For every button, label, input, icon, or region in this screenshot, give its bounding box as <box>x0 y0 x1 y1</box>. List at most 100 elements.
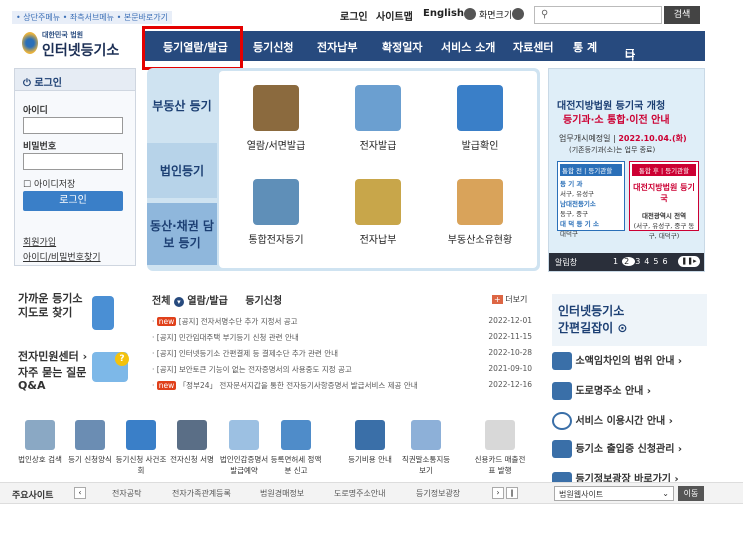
logo-small: 대한민국 법원 <box>42 31 84 39</box>
nav-item-service[interactable]: 서비스 소개 <box>441 39 495 55</box>
prev-icon[interactable]: ‹ <box>74 487 86 499</box>
tab-apply[interactable]: 등기신청 <box>245 296 282 307</box>
guide-banner[interactable]: 인터넷등기소 간편길잡이 ⊙ <box>552 294 707 346</box>
quick-label: 법인상호 검색 <box>18 455 62 464</box>
search-button[interactable]: 검색 <box>664 6 700 24</box>
cat-corp[interactable]: 법인등기 <box>147 143 217 198</box>
tile-ownership[interactable]: 부동산소유현황 <box>435 179 525 246</box>
site-logo[interactable]: 대한민국 법원 인터넷등기소 <box>22 28 140 62</box>
nav-item-date[interactable]: 확정일자 <box>382 39 422 55</box>
nav-item-stats[interactable]: 통 계 <box>573 39 597 55</box>
promo-after-box: 통합 후 | 등기관할 대전지방법원 등기국 대전광역시 전역 (서구, 유성구… <box>629 161 699 240</box>
list-item[interactable]: · new [공지] 전자서명수단 추가 지정서 공고 2022-12-01 <box>152 316 532 330</box>
right-label: 서비스 이용시간 안내 <box>575 416 666 427</box>
zoom-out-icon[interactable] <box>464 8 476 20</box>
chevron-down-icon: ⌄ <box>662 489 669 498</box>
login-link[interactable]: 로그인 <box>340 8 368 23</box>
right-item-road-address[interactable]: 도로명주소 안내 › <box>552 382 707 412</box>
pause-icon[interactable]: ❚❚▸ <box>678 256 700 267</box>
tile-integrated[interactable]: 통합전자등기 <box>231 179 321 246</box>
quick-forms[interactable]: 등기 신청양식 <box>64 420 116 465</box>
login-button[interactable]: 로그인 <box>23 191 123 211</box>
next-icon[interactable]: › <box>492 487 504 499</box>
quick-case-lookup[interactable]: 등기신청 사건조회 <box>115 420 167 476</box>
tab-all[interactable]: 전체 <box>152 296 170 307</box>
receipt-icon <box>485 420 515 450</box>
right-item-tenant[interactable]: 소액임차인의 범위 안내 › <box>552 352 707 382</box>
promo-b2s: 동구, 중구 <box>560 210 589 218</box>
right-item-hours[interactable]: 서비스 이용시간 안내 › <box>552 412 707 442</box>
more-link[interactable]: + 더보기 <box>492 294 527 305</box>
footer-link-auction[interactable]: 법원경매정보 <box>260 488 304 499</box>
quick-license-tax[interactable]: 등록면허세 정액분 신고 <box>270 420 322 476</box>
promo-banner[interactable]: 대전지방법원 등기국 개청 등기과·소 통합·이전 안내 업무개시예정일 | 2… <box>548 68 705 272</box>
nav-item-apply[interactable]: 등기신청 <box>253 39 293 55</box>
nav-item-data[interactable]: 자료센터 <box>513 39 553 55</box>
tile-label: 통합전자등기 <box>248 235 304 246</box>
quick-seal-reserve[interactable]: 법인인감증명서 발급예약 <box>218 420 270 476</box>
site-select[interactable]: 법원웹사이트 ⌄ <box>554 486 674 501</box>
save-id-checkbox[interactable]: ☐ 아이디저장 <box>23 177 75 190</box>
tile-verify[interactable]: 발급확인 <box>435 85 525 152</box>
quick-deletion-notice[interactable]: 직권말소통지등 보기 <box>400 420 452 476</box>
civil-center-link[interactable]: 전자민원센터 › <box>18 348 87 364</box>
footer-link-deposit[interactable]: 전자공탁 <box>112 488 141 499</box>
go-button[interactable]: 이동 <box>678 486 704 501</box>
quick-corp-search[interactable]: 법인상호 검색 <box>14 420 66 465</box>
tax-form-icon <box>281 420 311 450</box>
tile-e-issue[interactable]: 전자발급 <box>333 85 423 152</box>
cat-real-estate[interactable]: 부동산 등기 <box>147 78 217 133</box>
pw-input[interactable] <box>23 153 123 170</box>
list-item[interactable]: · new 「정부24」 전자문서지갑을 통한 전자등기사항증명서 발급서비스 … <box>152 380 532 394</box>
join-link[interactable]: 회원가입 <box>23 235 56 248</box>
id-label: 아이디 <box>23 106 48 116</box>
sitemap-link[interactable]: 사이트맵 <box>376 8 413 23</box>
map-finder-link[interactable]: 가까운 등기소 지도로 찾기 <box>18 292 88 320</box>
notice-date: 2022-12-16 <box>488 380 532 389</box>
skip-links[interactable]: • 상단주메뉴 • 좌측서브메뉴 • 본문바로가기 <box>12 11 172 24</box>
service-card: 열람/서면발급 전자발급 발급확인 통합전자등기 전자납부 부동산소유현황 <box>219 71 537 268</box>
zoom-in-icon[interactable] <box>512 8 524 20</box>
logo-title: 인터넷등기소 <box>42 43 120 59</box>
list-item[interactable]: · [공지] 보안토큰 기능이 없는 전자증명서의 사용중도 지정 공고 2021… <box>152 364 532 378</box>
notice-text: [공지] 전자서명수단 추가 지정서 공고 <box>178 317 298 326</box>
promo-date: 2022.10.04.(화) <box>618 134 687 143</box>
chevron-down-icon[interactable]: ▾ <box>173 297 184 307</box>
list-item[interactable]: · [공지] 민간임대주택 부기등기 신청 관련 안내 2022-11-15 <box>152 332 532 346</box>
right-item-pass[interactable]: 등기소 출입증 신청관리 › <box>552 440 707 470</box>
search-input[interactable]: ⚲ <box>534 6 662 24</box>
monitor-icon <box>355 85 401 131</box>
find-id-link[interactable]: 아이디/비밀번호찾기 <box>23 250 101 263</box>
id-input[interactable] <box>23 117 123 134</box>
tile-payment[interactable]: 전자납부 <box>333 179 423 246</box>
quick-card-receipt[interactable]: 신용카드 매출전표 발행 <box>474 420 526 476</box>
cat-movable[interactable]: 동산·채권 담보 등기 <box>147 203 217 265</box>
popup-pages[interactable]: 1 2 3456 <box>613 257 672 266</box>
notice-text: [공지] 인터넷등기소 간편결제 등 결제수단 추가 관련 안내 <box>156 349 339 358</box>
form-icon <box>75 420 105 450</box>
tile-view-issue[interactable]: 열람/서면발급 <box>231 85 321 152</box>
coins-icon <box>355 179 401 225</box>
quick-label: 전자신청 서명 <box>170 455 214 464</box>
footer-link-road[interactable]: 도로명주소안내 <box>334 488 386 499</box>
nav-item-payment[interactable]: 전자납부 <box>317 39 357 55</box>
right-label: 등기소 출입증 신청관리 <box>575 444 675 455</box>
promo-before: 통합 전 | 등기관할 <box>560 164 622 176</box>
promo-a2: 대전광역시 전역 <box>641 212 687 220</box>
promo-b1: 등 기 과 <box>560 180 583 188</box>
quick-e-sign[interactable]: 전자신청 서명 <box>166 420 218 465</box>
footer-label: 주요사이트 <box>12 491 54 501</box>
list-item[interactable]: · [공지] 인터넷등기소 간편결제 등 결제수단 추가 관련 안내 2022-1… <box>152 348 532 362</box>
pause-small-icon[interactable]: ‖ <box>506 487 518 499</box>
tile-label: 부동산소유현황 <box>447 235 513 246</box>
zoom-label: 화면크기 <box>479 11 513 21</box>
footer-link-plaza[interactable]: 등기정보광장 <box>416 488 460 499</box>
quick-label: 등록면허세 정액분 신고 <box>270 455 322 475</box>
footer-link-family[interactable]: 전자가족관계등록 <box>172 488 231 499</box>
tab-view[interactable]: 열람/발급 <box>187 296 227 307</box>
notice-date: 2022-10-28 <box>488 348 532 357</box>
promo-title2: 등기과·소 통합·이전 안내 <box>563 115 670 126</box>
faq-link[interactable]: 자주 묻는 질문 Q&A <box>18 366 88 392</box>
english-link[interactable]: English <box>423 8 464 19</box>
quick-cost-guide[interactable]: 등기비용 안내 <box>344 420 396 465</box>
